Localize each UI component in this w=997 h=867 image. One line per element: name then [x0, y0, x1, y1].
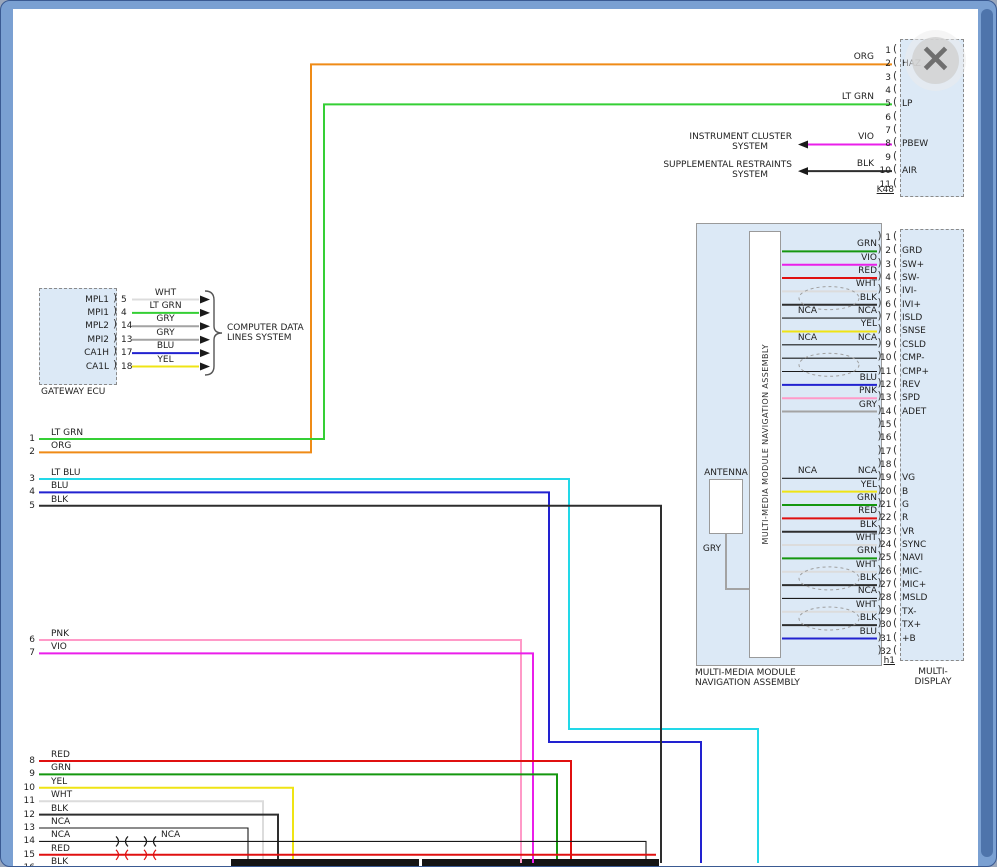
shield-symbol: [799, 567, 859, 590]
antenna-caption: ANTENNA: [694, 468, 758, 478]
caption-line: SUPPLEMENTAL RESTRAINTS: [661, 160, 792, 170]
harness-wire: [39, 492, 701, 863]
wiring-layer: [1, 1, 997, 867]
caption-line: SYSTEM: [661, 142, 792, 152]
harness-wire: [39, 640, 521, 863]
caption-line: NAVIGATION ASSEMBLY: [695, 678, 800, 688]
instrument-cluster-caption: INSTRUMENT CLUSTER SYSTEM: [661, 132, 792, 152]
supplemental-restraints-caption: SUPPLEMENTAL RESTRAINTS SYSTEM: [661, 160, 792, 180]
connector-id-h1: h1: [878, 656, 895, 666]
antenna-wire-color-label: GRY: [693, 544, 721, 554]
diagram-window: MPL1)5WHTMPI1)4LT GRNMPL2)14GRYMPI2)13GR…: [0, 0, 997, 867]
harness-wire: [39, 653, 533, 863]
shield-symbol: [799, 287, 859, 310]
harness-wire: [39, 788, 293, 859]
caption-line: MULTI-: [902, 667, 964, 677]
harness-wire: [39, 761, 571, 859]
arrow-icon: [200, 322, 210, 330]
assembly-caption: MULTI-MEDIA MODULE NAVIGATION ASSEMBLY: [695, 668, 800, 688]
caption-line: DISPLAY: [902, 677, 964, 687]
harness-wire: [39, 801, 263, 859]
grouping-brace: [205, 291, 222, 375]
gateway-ecu-caption: GATEWAY ECU: [41, 387, 105, 397]
harness-wire: [39, 479, 758, 863]
close-icon: ×: [919, 38, 953, 78]
arrow-icon: [798, 140, 808, 148]
arrow-icon: [200, 349, 210, 357]
harness-wire: [39, 841, 646, 859]
arrow-icon: [200, 309, 210, 317]
caption-line: LINES SYSTEM: [227, 333, 304, 343]
caption-line: SYSTEM: [661, 170, 792, 180]
assembly-strip-caption: MULTI-MEDIA MODULE NAVIGATION ASSEMBLY: [749, 231, 781, 658]
scrollbar[interactable]: [979, 7, 995, 861]
caption-line: MULTI-MEDIA MODULE: [695, 668, 800, 678]
arrow-icon: [200, 363, 210, 371]
caption-line: INSTRUMENT CLUSTER: [661, 132, 792, 142]
caption-line: COMPUTER DATA: [227, 323, 304, 333]
computer-data-lines-caption: COMPUTER DATA LINES SYSTEM: [227, 323, 304, 343]
harness-wire: [39, 506, 661, 863]
arrow-icon: [798, 167, 808, 175]
shield-symbol: [799, 353, 859, 376]
multi-display-caption: MULTI- DISPLAY: [902, 667, 964, 687]
shield-symbol: [799, 607, 859, 630]
arrow-icon: [200, 296, 210, 304]
close-button[interactable]: ×: [912, 37, 959, 84]
scrollbar-thumb[interactable]: [981, 9, 993, 857]
antenna-wire: [726, 534, 749, 589]
connector-id-k48: K48: [870, 185, 894, 195]
arrow-icon: [200, 336, 210, 344]
harness-wire: [39, 815, 278, 859]
vertical-caption: MULTI-MEDIA MODULE NAVIGATION ASSEMBLY: [761, 344, 770, 544]
